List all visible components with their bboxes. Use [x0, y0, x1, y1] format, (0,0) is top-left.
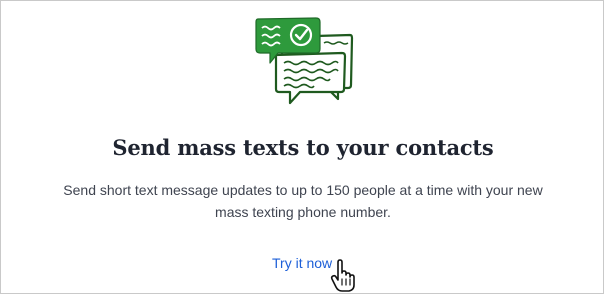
- empty-state-heading: Send mass texts to your contacts: [112, 135, 494, 160]
- hand-pointer-cursor-icon: [330, 259, 355, 292]
- empty-state-card: Send mass texts to your contacts Send sh…: [0, 0, 604, 294]
- chat-bubbles-check-icon: [255, 17, 354, 105]
- empty-state-description: Send short text message updates to up to…: [63, 182, 543, 220]
- try-it-now-link[interactable]: Try it now: [272, 255, 332, 271]
